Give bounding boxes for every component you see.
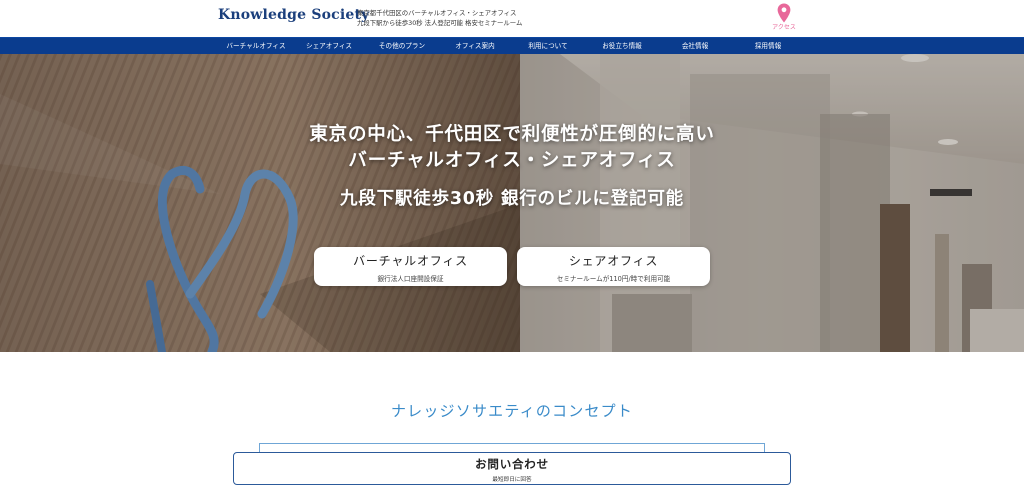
nav-item-share-office[interactable]: シェアオフィス bbox=[306, 38, 352, 55]
concept-heading: ナレッジソサエティのコンセプト bbox=[390, 402, 634, 420]
hero-headline-line-1: 東京の中心、千代田区で利便性が圧倒的に高い bbox=[309, 124, 715, 145]
nav-item-usage[interactable]: 利用について bbox=[528, 38, 567, 55]
site-logo[interactable]: Knowledge Society bbox=[218, 7, 370, 23]
access-link[interactable]: アクセス bbox=[770, 3, 798, 31]
virtual-office-button-sub: 銀行法人口座開設保証 bbox=[377, 275, 444, 283]
hero-headline-line-2: バーチャルオフィス・シェアオフィス bbox=[348, 150, 676, 171]
hero-headline-line-3: 九段下駅徒歩30秒 銀行のビルに登記可能 bbox=[340, 189, 684, 209]
nav-item-company[interactable]: 会社情報 bbox=[682, 38, 708, 55]
nav-item-virtual-office[interactable]: バーチャルオフィス bbox=[226, 38, 285, 55]
nav-item-useful-info[interactable]: お役立ち情報 bbox=[602, 38, 642, 55]
map-pin-icon bbox=[777, 3, 791, 23]
share-office-button-sub: セミナールームが110円/時で利用可能 bbox=[556, 275, 671, 283]
virtual-office-button-title: バーチャルオフィス bbox=[353, 254, 468, 268]
access-label: アクセス bbox=[772, 24, 796, 31]
nav-item-recruit[interactable]: 採用情報 bbox=[755, 38, 781, 55]
contact-button-sub: 最短即日に回答 bbox=[492, 477, 532, 483]
contact-button-title: お問い合わせ bbox=[475, 457, 549, 471]
hero-section: 東京の中心、千代田区で利便性が圧倒的に高い バーチャルオフィス・シェアオフィス … bbox=[0, 54, 1024, 352]
share-office-button[interactable]: シェアオフィス セミナールームが110円/時で利用可能 bbox=[517, 247, 710, 286]
site-header: Knowledge Society 東京都千代田区のバーチャルオフィス・シェアオ… bbox=[0, 0, 1024, 37]
share-office-button-title: シェアオフィス bbox=[568, 254, 659, 268]
tagline-line-2: 九段下駅から徒歩30秒 法人登記可能 格安セミナールーム bbox=[357, 19, 523, 27]
tagline-line-1: 東京都千代田区のバーチャルオフィス・シェアオフィス bbox=[357, 9, 517, 17]
nav-item-other-plans[interactable]: その他のプラン bbox=[379, 38, 425, 55]
contact-button[interactable]: お問い合わせ 最短即日に回答 bbox=[233, 452, 791, 485]
virtual-office-button[interactable]: バーチャルオフィス 銀行法人口座開設保証 bbox=[314, 247, 507, 286]
nav-item-office-guide[interactable]: オフィス案内 bbox=[455, 38, 494, 55]
global-nav: バーチャルオフィス シェアオフィス その他のプラン オフィス案内 利用について … bbox=[0, 37, 1024, 54]
site-tagline: 東京都千代田区のバーチャルオフィス・シェアオフィス 九段下駅から徒歩30秒 法人… bbox=[357, 8, 522, 28]
